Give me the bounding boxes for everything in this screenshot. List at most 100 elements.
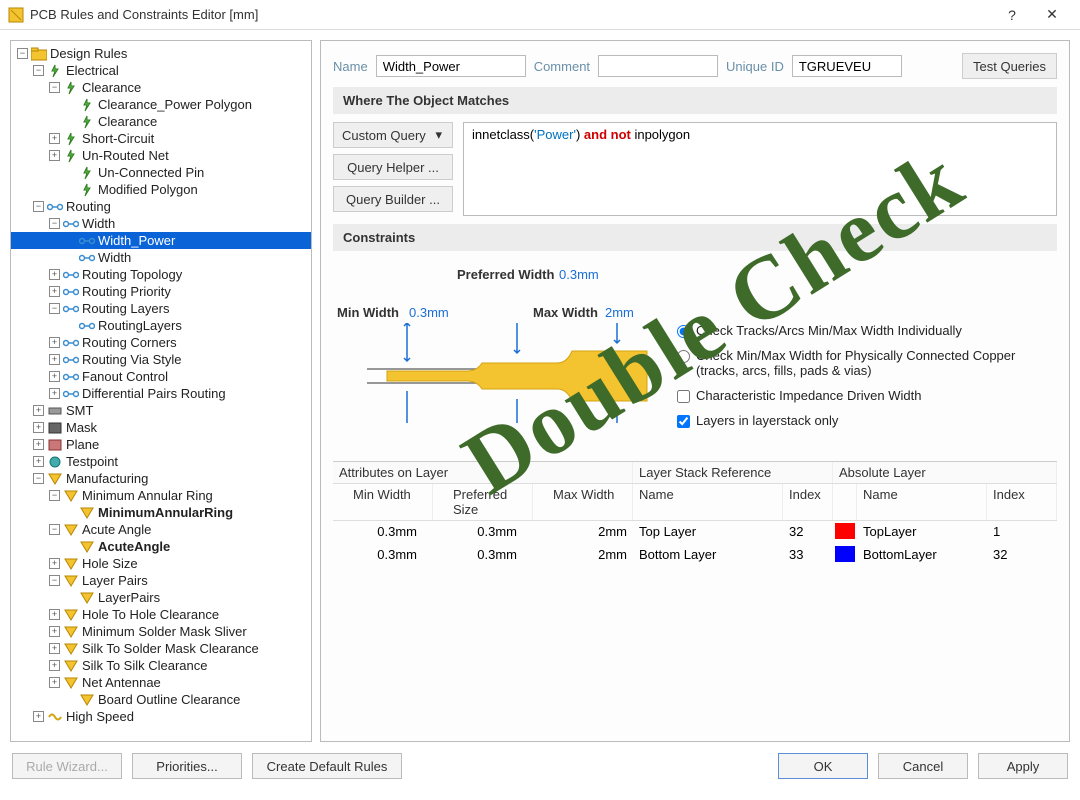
- tree-item[interactable]: Board Outline Clearance: [11, 691, 311, 708]
- expand-icon[interactable]: −: [33, 201, 44, 212]
- expand-icon[interactable]: +: [33, 711, 44, 722]
- table-row[interactable]: 0.3mm0.3mm2mmTop Layer32TopLayer1: [333, 521, 1057, 544]
- titlebar: PCB Rules and Constraints Editor [mm] ? …: [0, 0, 1080, 30]
- tree-item[interactable]: +High Speed: [11, 708, 311, 725]
- rules-tree[interactable]: −Design Rules−Electrical−ClearanceCleara…: [10, 40, 312, 742]
- tree-item[interactable]: Un-Connected Pin: [11, 164, 311, 181]
- apply-button[interactable]: Apply: [978, 753, 1068, 779]
- priorities-button[interactable]: Priorities...: [132, 753, 242, 779]
- tree-item[interactable]: +Routing Corners: [11, 334, 311, 351]
- impedance-checkbox[interactable]: Characteristic Impedance Driven Width: [677, 388, 1053, 403]
- chevron-down-icon: ▾: [435, 127, 442, 143]
- expand-icon[interactable]: +: [49, 286, 60, 297]
- expand-icon[interactable]: +: [49, 133, 60, 144]
- query-helper-button[interactable]: Query Helper ...: [333, 154, 453, 180]
- expand-icon[interactable]: −: [49, 82, 60, 93]
- tree-item[interactable]: +SMT: [11, 402, 311, 419]
- tree-item[interactable]: +Hole To Hole Clearance: [11, 606, 311, 623]
- mfg-icon: [63, 642, 79, 656]
- expand-icon[interactable]: +: [33, 456, 44, 467]
- expand-icon[interactable]: +: [33, 422, 44, 433]
- tree-item[interactable]: +Routing Priority: [11, 283, 311, 300]
- tree-item[interactable]: LayerPairs: [11, 589, 311, 606]
- tree-item[interactable]: +Hole Size: [11, 555, 311, 572]
- tree-item[interactable]: Width: [11, 249, 311, 266]
- tree-item[interactable]: Width_Power: [11, 232, 311, 249]
- tree-item[interactable]: −Minimum Annular Ring: [11, 487, 311, 504]
- tree-item[interactable]: +Routing Topology: [11, 266, 311, 283]
- expand-icon[interactable]: −: [49, 575, 60, 586]
- tree-item[interactable]: −Manufacturing: [11, 470, 311, 487]
- tree-item[interactable]: −Layer Pairs: [11, 572, 311, 589]
- elec-icon: [79, 183, 95, 197]
- close-button[interactable]: ✕: [1032, 6, 1072, 23]
- tree-item[interactable]: −Routing Layers: [11, 300, 311, 317]
- cancel-button[interactable]: Cancel: [878, 753, 968, 779]
- tree-item[interactable]: +Mask: [11, 419, 311, 436]
- tree-item[interactable]: +Plane: [11, 436, 311, 453]
- expand-icon[interactable]: +: [33, 439, 44, 450]
- tree-item[interactable]: +Differential Pairs Routing: [11, 385, 311, 402]
- tree-item[interactable]: AcuteAngle: [11, 538, 311, 555]
- tree-item[interactable]: +Testpoint: [11, 453, 311, 470]
- expand-icon[interactable]: +: [49, 337, 60, 348]
- query-mode-dropdown[interactable]: Custom Query▾: [333, 122, 453, 148]
- create-default-button[interactable]: Create Default Rules: [252, 753, 402, 779]
- elec-icon: [63, 132, 79, 146]
- tree-label: Net Antennae: [82, 675, 161, 690]
- expand-icon[interactable]: +: [33, 405, 44, 416]
- tree-item[interactable]: + Net Antennae: [11, 674, 311, 691]
- layerstack-checkbox[interactable]: Layers in layerstack only: [677, 413, 1053, 428]
- tree-item[interactable]: +Short-Circuit: [11, 130, 311, 147]
- expand-icon[interactable]: −: [33, 473, 44, 484]
- tree-item[interactable]: Clearance_Power Polygon: [11, 96, 311, 113]
- tree-item[interactable]: −Electrical: [11, 62, 311, 79]
- tree-item[interactable]: Clearance: [11, 113, 311, 130]
- expand-icon[interactable]: +: [49, 660, 60, 671]
- expand-icon[interactable]: −: [49, 303, 60, 314]
- ok-button[interactable]: OK: [778, 753, 868, 779]
- expand-icon[interactable]: −: [17, 48, 28, 59]
- expand-icon[interactable]: +: [49, 643, 60, 654]
- query-builder-button[interactable]: Query Builder ...: [333, 186, 453, 212]
- tree-item[interactable]: −Clearance: [11, 79, 311, 96]
- expand-icon[interactable]: +: [49, 150, 60, 161]
- tree-item[interactable]: RoutingLayers: [11, 317, 311, 334]
- tree-item[interactable]: Modified Polygon: [11, 181, 311, 198]
- expand-icon[interactable]: +: [49, 269, 60, 280]
- table-row[interactable]: 0.3mm0.3mm2mmBottom Layer33BottomLayer32: [333, 544, 1057, 567]
- tree-item[interactable]: +Silk To Solder Mask Clearance: [11, 640, 311, 657]
- expand-icon[interactable]: +: [49, 558, 60, 569]
- expand-icon[interactable]: +: [49, 609, 60, 620]
- comment-label: Comment: [534, 59, 590, 74]
- expand-icon[interactable]: −: [49, 218, 60, 229]
- query-textbox[interactable]: innetclass('Power') and not inpolygon: [463, 122, 1057, 216]
- tree-item[interactable]: +Minimum Solder Mask Sliver: [11, 623, 311, 640]
- tree-item[interactable]: +Fanout Control: [11, 368, 311, 385]
- tree-item[interactable]: MinimumAnnularRing: [11, 504, 311, 521]
- expand-icon[interactable]: −: [49, 524, 60, 535]
- name-input[interactable]: [376, 55, 526, 77]
- tree-item[interactable]: −Width: [11, 215, 311, 232]
- tree-item[interactable]: +Un-Routed Net: [11, 147, 311, 164]
- expand-icon[interactable]: −: [49, 490, 60, 501]
- help-button[interactable]: ?: [992, 7, 1032, 23]
- tree-item[interactable]: −Routing: [11, 198, 311, 215]
- tree-item[interactable]: −Acute Angle: [11, 521, 311, 538]
- tree-item[interactable]: +Silk To Silk Clearance: [11, 657, 311, 674]
- expand-icon[interactable]: +: [49, 677, 60, 688]
- expand-icon[interactable]: +: [49, 388, 60, 399]
- tree-item[interactable]: −Design Rules: [11, 45, 311, 62]
- expand-icon[interactable]: −: [33, 65, 44, 76]
- expand-icon[interactable]: +: [49, 371, 60, 382]
- check-connected-radio[interactable]: Check Min/Max Width for Physically Conne…: [677, 348, 1053, 378]
- uid-input[interactable]: [792, 55, 902, 77]
- tree-item[interactable]: +Routing Via Style: [11, 351, 311, 368]
- rule-wizard-button[interactable]: Rule Wizard...: [12, 753, 122, 779]
- layer-table[interactable]: Attributes on Layer Layer Stack Referenc…: [333, 461, 1057, 567]
- check-individual-radio[interactable]: Check Tracks/Arcs Min/Max Width Individu…: [677, 323, 1053, 338]
- expand-icon[interactable]: +: [49, 626, 60, 637]
- expand-icon[interactable]: +: [49, 354, 60, 365]
- comment-input[interactable]: [598, 55, 718, 77]
- test-queries-button[interactable]: Test Queries: [962, 53, 1057, 79]
